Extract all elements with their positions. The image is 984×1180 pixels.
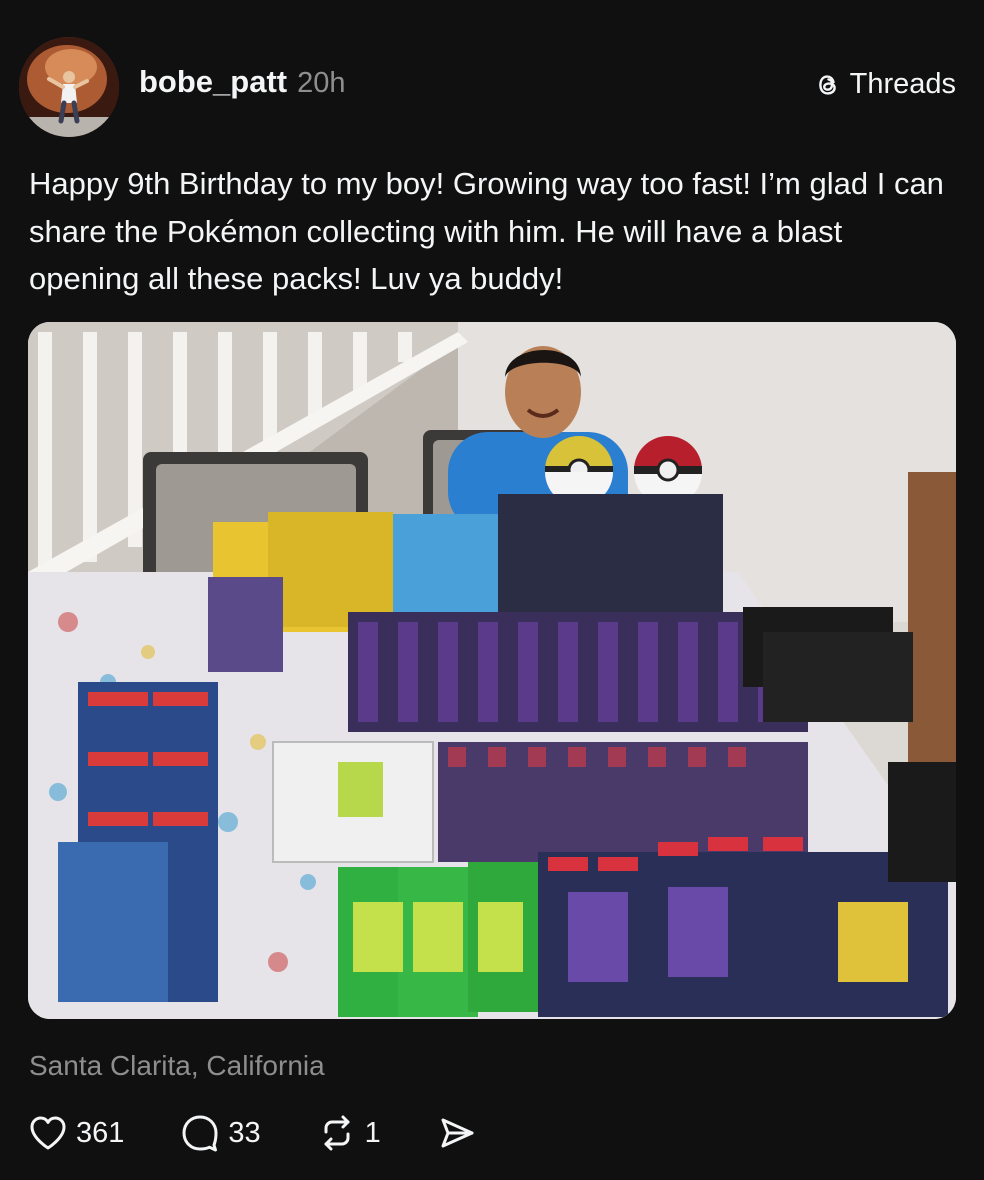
repost-count: 1 [364, 1116, 381, 1149]
post-location[interactable]: Santa Clarita, California [29, 1050, 325, 1082]
post-header: bobe_patt 20h [139, 64, 346, 108]
speech-bubble-icon [180, 1113, 220, 1153]
share-button[interactable] [437, 1113, 477, 1153]
threads-brand-link[interactable]: Threads [814, 68, 956, 101]
post-actions-bar: 361 33 1 [28, 1110, 477, 1156]
username[interactable]: bobe_patt [139, 64, 287, 100]
repost-button[interactable]: 1 [317, 1113, 381, 1153]
reply-count: 33 [228, 1116, 261, 1149]
birthday-pokemon-photo [28, 322, 956, 1019]
reply-button[interactable]: 33 [180, 1113, 261, 1153]
heart-icon [28, 1114, 68, 1152]
avatar-photo [19, 37, 119, 137]
threads-logo-icon [814, 71, 842, 99]
post-caption: Happy 9th Birthday to my boy! Growing wa… [29, 166, 944, 296]
like-button[interactable]: 361 [28, 1114, 124, 1152]
user-avatar[interactable] [19, 37, 119, 137]
post-photo[interactable] [28, 322, 956, 1019]
threads-brand-label: Threads [849, 68, 956, 100]
post-timestamp: 20h [297, 67, 346, 99]
send-icon [437, 1113, 477, 1153]
repost-arrows-icon [317, 1113, 357, 1153]
threads-post-card: bobe_patt 20h Threads Happy 9th Birthday… [0, 0, 984, 1180]
like-count: 361 [76, 1116, 125, 1149]
